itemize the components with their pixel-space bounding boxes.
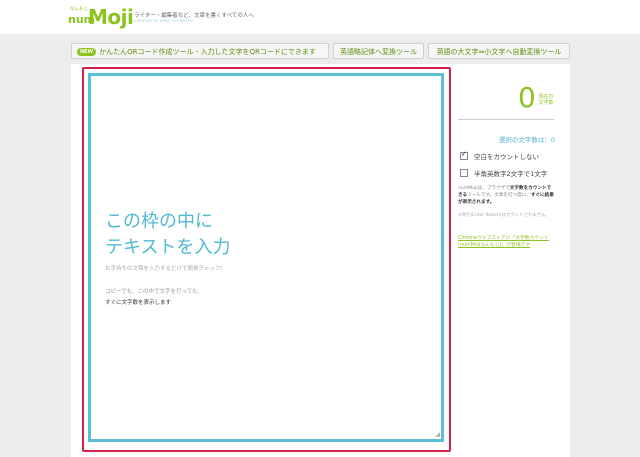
new-badge: NEW bbox=[77, 48, 97, 56]
site-credit: CREATED BY KENJI SUGIMOTO bbox=[134, 19, 193, 23]
logo-kana: なんもじ bbox=[70, 7, 88, 12]
character-count-value: 0 bbox=[518, 81, 536, 114]
tool-description: numMojiは、ブラウザで文字数をカウントできるツールです。文章を打つ度に、す… bbox=[458, 185, 555, 206]
case-tool-label: 英語の大文字⇔小文字へ自動変換ツール bbox=[436, 48, 562, 56]
halfwidth-checkbox[interactable] bbox=[460, 169, 468, 177]
resize-handle-icon[interactable]: ◢ bbox=[435, 432, 440, 438]
placeholder-note-line2: すぐに文字数を表示します bbox=[105, 300, 172, 306]
count-divider bbox=[458, 119, 554, 120]
eiyaku-tool-label: 英語略記体へ変換ツール bbox=[340, 48, 417, 56]
ignore-spaces-checkbox[interactable] bbox=[460, 150, 468, 160]
newline-note: ※改行(Enter Return)はカウントされません。 bbox=[458, 213, 550, 218]
case-tool-link[interactable]: 英語の大文字⇔小文字へ自動変換ツール bbox=[428, 43, 570, 59]
ignore-spaces-option[interactable]: 空白をカウントしない bbox=[460, 150, 539, 161]
count-label-line2: 文字数 bbox=[538, 100, 554, 106]
placeholder-heading-line1: この枠の中に bbox=[105, 211, 213, 232]
halfwidth-option[interactable]: 半角英数字2文字で1文字 bbox=[460, 168, 547, 178]
desc-text-2: ツールです。文章を打つ度に、 bbox=[467, 193, 531, 198]
ignore-spaces-label: 空白をカウントしない bbox=[474, 153, 539, 161]
desc-text-1: numMojiは、ブラウザで bbox=[458, 186, 510, 191]
site-header: なんもじ num Moji ライター・編集者など、文章を書くすべての人へ CRE… bbox=[0, 0, 640, 34]
qr-tool-label: かんたんQRコード作成ツール - 入力した文字をQRコードにできます bbox=[99, 48, 316, 56]
halfwidth-label: 半角英数字2文字で1文字 bbox=[474, 170, 548, 178]
placeholder-heading-line2: テキストを入力 bbox=[105, 237, 231, 258]
placeholder-subtext: お手持ちの文章を入力するだけで簡単チェック! bbox=[105, 266, 223, 272]
qr-tool-link[interactable]: NEW かんたんQRコード作成ツール - 入力した文字をQRコードにできます bbox=[71, 43, 329, 59]
selected-count-text: 選択の文字数は：0 bbox=[498, 136, 555, 144]
placeholder-note-line1: コピーでも、この中で文字を打っても、 bbox=[105, 289, 203, 295]
chrome-extension-link[interactable]: Chromeウェブストアに「文字数カウント(numMojiなんもじ)」が登場です bbox=[458, 235, 555, 249]
logo-moji[interactable]: Moji bbox=[88, 5, 134, 29]
eiyaku-tool-link[interactable]: 英語略記体へ変換ツール bbox=[333, 43, 424, 59]
site-tagline: ライター・編集者など、文章を書くすべての人へ bbox=[134, 13, 254, 19]
character-count-label: 現在の 文字数 bbox=[537, 94, 555, 106]
